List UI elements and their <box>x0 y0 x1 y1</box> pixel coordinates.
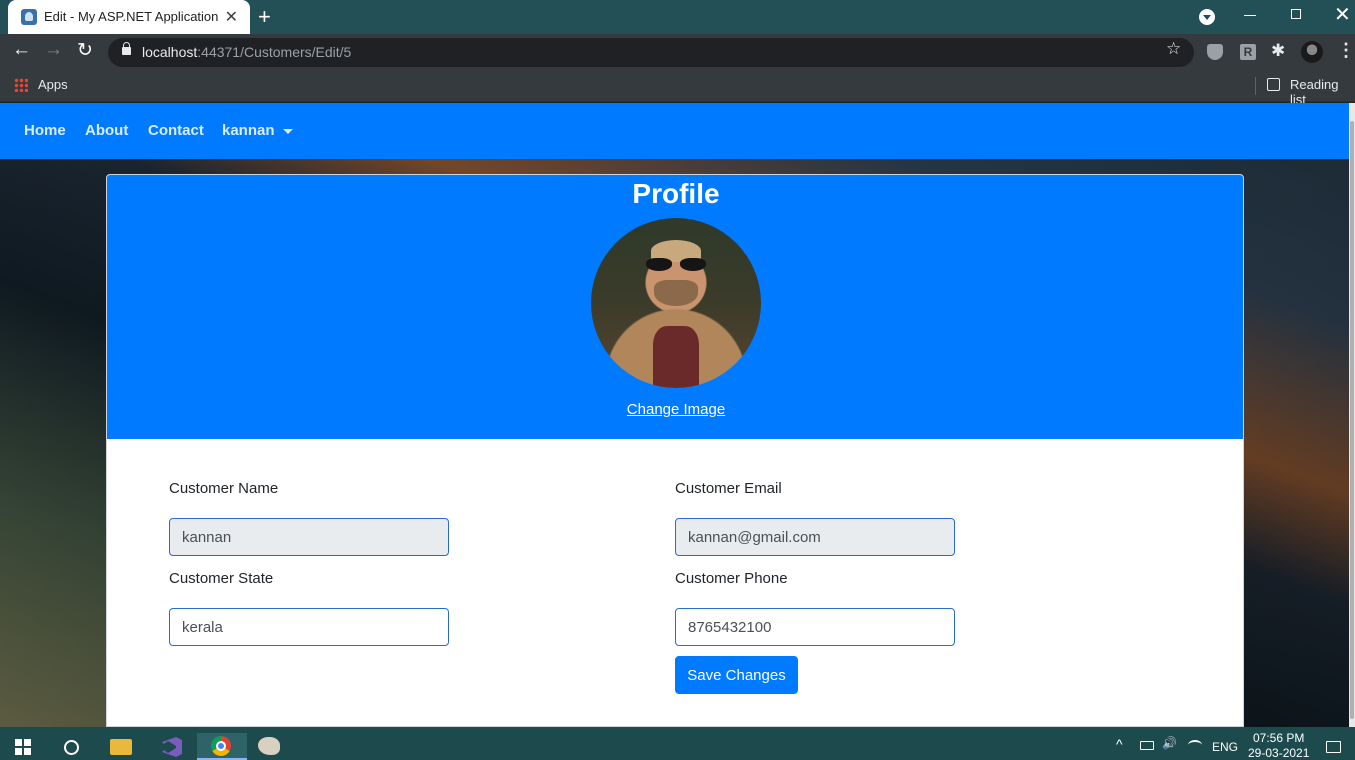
profile-avatar <box>591 218 761 388</box>
windows-start-icon[interactable] <box>15 739 31 755</box>
caret-down-icon <box>282 128 293 134</box>
new-tab-button[interactable]: + <box>258 4 271 30</box>
taskbar-file-explorer[interactable] <box>98 733 148 760</box>
browser-toolbar: ← → ↻ localhost:44371/Customers/Edit/5 ☆… <box>0 34 1355 71</box>
customer-name-label: Customer Name <box>169 480 279 497</box>
lock-icon[interactable] <box>122 42 131 55</box>
customer-phone-input[interactable] <box>675 608 955 646</box>
visual-studio-icon <box>162 737 182 757</box>
browser-tab[interactable]: Edit - My ASP.NET Application ✕ <box>8 0 250 34</box>
nav-contact[interactable]: Contact <box>148 122 204 139</box>
tab-close-icon[interactable]: ✕ <box>225 7 238 27</box>
window-close-button[interactable]: ✕ <box>1334 2 1351 27</box>
extensions-puzzle-icon[interactable]: ✱ <box>1271 41 1285 61</box>
forward-arrow-icon[interactable]: → <box>44 39 63 61</box>
taskbar-chrome[interactable] <box>197 733 247 760</box>
reading-list-icon[interactable] <box>1267 78 1280 91</box>
volume-icon[interactable]: 🔊 <box>1162 736 1177 750</box>
system-clock[interactable]: 07:56 PM 29-03-2021 <box>1248 731 1309 760</box>
customer-state-input[interactable] <box>169 608 449 646</box>
wifi-icon[interactable] <box>1188 740 1202 750</box>
windows-taskbar: ^ 🔊 ENG 07:56 PM 29-03-2021 <box>0 727 1355 760</box>
shield-extension-icon[interactable] <box>1207 44 1223 60</box>
avatar-shirt <box>653 326 699 388</box>
page-title: Profile <box>632 178 720 209</box>
customer-state-label: Customer State <box>169 570 274 587</box>
bookmarks-bar: Apps Reading list <box>0 71 1355 107</box>
maximize-button[interactable] <box>1291 9 1301 19</box>
url-text[interactable]: localhost:44371/Customers/Edit/5 <box>142 44 351 60</box>
clock-date: 29-03-2021 <box>1248 746 1310 760</box>
profile-card: Profile Change Image Customer Name Custo… <box>106 174 1244 727</box>
bookmarks-divider <box>1255 77 1256 95</box>
url-host: localhost <box>142 44 198 60</box>
tray-overflow-icon[interactable]: ^ <box>1116 736 1123 752</box>
tab-title: Edit - My ASP.NET Application <box>44 9 219 24</box>
r-extension-icon[interactable]: R <box>1240 44 1256 60</box>
avatar-sunglasses <box>646 258 706 272</box>
customer-email-input[interactable] <box>675 518 955 556</box>
site-navbar: Home About Contact kannan <box>0 103 1349 159</box>
browser-menu-icon[interactable]: ⋮ <box>1337 40 1355 61</box>
page-scrollbar[interactable] <box>1349 103 1355 727</box>
browser-titlebar: Edit - My ASP.NET Application ✕ + ✕ <box>0 0 1355 34</box>
nav-home[interactable]: Home <box>24 122 66 139</box>
address-bar[interactable]: localhost:44371/Customers/Edit/5 <box>108 38 1194 67</box>
minimize-button[interactable] <box>1244 15 1256 16</box>
taskbar-paint[interactable] <box>246 733 296 760</box>
back-arrow-icon[interactable]: ← <box>12 39 31 61</box>
battery-icon[interactable] <box>1140 741 1154 750</box>
cortana-search-icon[interactable] <box>64 740 79 755</box>
favicon-icon <box>21 9 37 25</box>
star-icon[interactable]: ☆ <box>1166 39 1181 59</box>
customer-phone-label: Customer Phone <box>675 570 788 587</box>
change-image-link[interactable]: Change Image <box>107 401 1243 418</box>
profile-header: Profile Change Image <box>107 175 1243 439</box>
tab-search-icon[interactable] <box>1199 9 1215 25</box>
scrollbar-thumb[interactable] <box>1350 121 1354 719</box>
clock-time: 07:56 PM <box>1253 731 1305 745</box>
avatar-beard <box>654 280 698 306</box>
nav-about[interactable]: About <box>85 122 128 139</box>
browser-profile-avatar[interactable] <box>1301 41 1323 63</box>
url-path: :44371/Customers/Edit/5 <box>197 44 352 60</box>
nav-user-dropdown[interactable]: kannan <box>222 122 293 139</box>
apps-grid-icon[interactable] <box>14 78 28 92</box>
customer-email-label: Customer Email <box>675 480 782 497</box>
reload-icon[interactable]: ↻ <box>77 39 93 62</box>
notification-icon[interactable] <box>1326 741 1341 753</box>
save-changes-button[interactable]: Save Changes <box>675 656 798 694</box>
language-indicator[interactable]: ENG <box>1212 740 1238 754</box>
paint-palette-icon <box>258 737 280 755</box>
page-viewport: Home About Contact kannan Profile Change… <box>0 103 1349 727</box>
customer-name-input[interactable] <box>169 518 449 556</box>
taskbar-visual-studio[interactable] <box>148 733 198 760</box>
apps-bookmark[interactable]: Apps <box>38 77 68 92</box>
chrome-icon <box>211 736 231 756</box>
folder-icon <box>110 739 132 755</box>
nav-user-name: kannan <box>222 122 275 139</box>
